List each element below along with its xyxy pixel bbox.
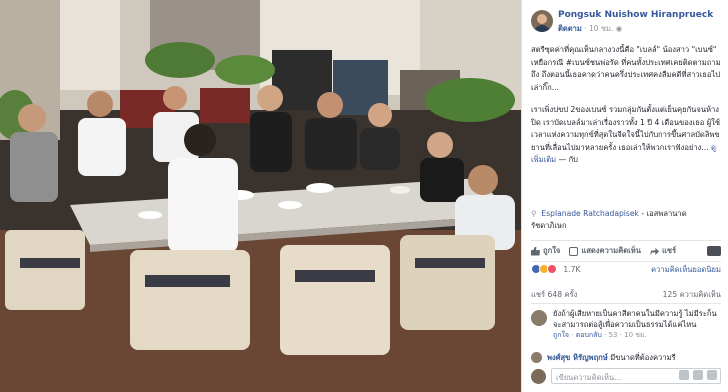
comment-input-placeholder: เขียนความคิดเห็น...: [556, 373, 622, 382]
comment-button[interactable]: แสดงความคิดเห็น: [569, 245, 641, 257]
post-header: Pongsuk Nuishow Hiranprueck ติดตาม · 10 …: [531, 8, 721, 38]
globe-icon: ◉: [615, 24, 623, 33]
camera-icon[interactable]: [679, 370, 689, 380]
location-link[interactable]: Esplanade Ratchadapisek: [541, 209, 639, 218]
comment-reaction-count: 53: [608, 331, 618, 339]
like-button[interactable]: ถูกใจ: [531, 245, 560, 257]
comment-reply-link[interactable]: ตอบกลับ: [576, 331, 602, 339]
photo-illustration: [0, 0, 521, 392]
love-reaction-icon: [547, 264, 557, 274]
like-label: ถูกใจ: [543, 246, 561, 255]
with-label: — กับ: [558, 155, 578, 164]
pin-icon: ⚲: [531, 209, 537, 218]
comment-time: 10 ชม.: [624, 331, 647, 339]
location: ⚲ Esplanade Ratchadapisek - เอสพลานาด รั…: [531, 208, 721, 232]
post-meta: ติดตาม · 10 ชม. ◉: [558, 23, 622, 35]
viewer-avatar: [531, 369, 546, 384]
comment-body: พงศ์สุข หิรัญพฤกษ์ มีขนาดที่ต้องความรี: [547, 352, 715, 363]
comment-text: มีขนาดที่ต้องความรี: [610, 353, 676, 362]
sticker-icon[interactable]: [707, 370, 717, 380]
share-icon: [649, 247, 659, 256]
top-comments-dropdown[interactable]: ความคิดเห็นยอดนิยม: [651, 264, 721, 276]
author-name[interactable]: Pongsuk Nuishow Hiranprueck: [558, 10, 713, 20]
reactions-row: 1.7K ความคิดเห็นยอดนิยม: [531, 264, 721, 278]
comment-icon: [569, 246, 579, 256]
post-time[interactable]: 10 ชม.: [589, 24, 613, 33]
commenter-avatar[interactable]: [531, 352, 542, 363]
post-side-panel: Pongsuk Nuishow Hiranprueck ติดตาม · 10 …: [521, 0, 728, 392]
author-avatar[interactable]: [531, 10, 553, 32]
commenter-name[interactable]: พงศ์สุข หิรัญพฤกษ์: [547, 353, 608, 362]
action-bar: ถูกใจ แสดงความคิดเห็น แชร์: [531, 240, 721, 262]
post-paragraph-2: เราเพิ่งปขป 2ของเบนซ์ รวมกลุ่มกันตั้งแต่…: [531, 104, 721, 167]
comment-meta: ถูกใจ · ตอบกลับ · 53 · 10 ชม.: [553, 331, 647, 339]
comment-text: ยังถ้าผู้เสียหายเป็นคาสีตาคนในมีความรู้ …: [553, 309, 717, 329]
commenter-avatar[interactable]: [531, 310, 547, 326]
share-button[interactable]: แชร์: [649, 245, 677, 257]
thumbs-up-icon: [531, 246, 540, 256]
post-text: สตรีซุดค่าที่คุณเห็นกลางวงนี้คือ "เบลล์"…: [531, 44, 721, 177]
share-comment-stats: แชร์ 648 ครั้ง 125 ความคิดเห็น: [531, 289, 721, 304]
comment-like-link[interactable]: ถูกใจ: [553, 331, 569, 339]
reaction-count[interactable]: 1.7K: [563, 265, 580, 274]
audience-menu-icon[interactable]: [707, 246, 721, 256]
share-label: แชร์: [661, 246, 677, 255]
comment-body: ยังถ้าผู้เสียหายเป็นคาสีตาคนในมีความรู้ …: [553, 308, 721, 341]
comment-item: พงศ์สุข หิรัญพฤกษ์ มีขนาดที่ต้องความรี: [531, 352, 721, 366]
comment-count[interactable]: 125 ความคิดเห็น: [663, 289, 721, 301]
post-paragraph-2-text: เราเพิ่งปขป 2ของเบนซ์ รวมกลุ่มกันตั้งแต่…: [531, 105, 721, 152]
gif-icon[interactable]: [693, 370, 703, 380]
follow-button[interactable]: ติดตาม: [558, 24, 582, 33]
comment-item: ยังถ้าผู้เสียหายเป็นคาสีตาคนในมีความรู้ …: [531, 308, 721, 352]
share-count[interactable]: แชร์ 648 ครั้ง: [531, 290, 577, 299]
post-photo[interactable]: [0, 0, 521, 392]
comment-composer: เขียนความคิดเห็น...: [531, 368, 721, 386]
post-paragraph-1: สตรีซุดค่าที่คุณเห็นกลางวงนี้คือ "เบลล์"…: [531, 45, 721, 92]
comment-label: แสดงความคิดเห็น: [581, 246, 641, 255]
